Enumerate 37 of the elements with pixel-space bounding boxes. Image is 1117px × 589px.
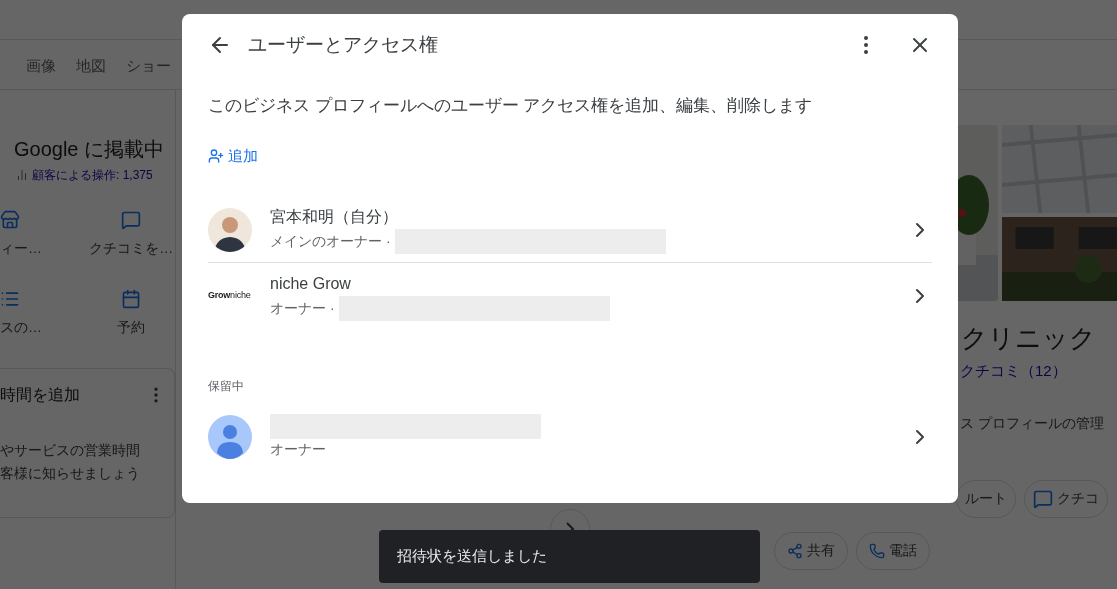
add-user-button[interactable]: 追加	[208, 144, 258, 167]
list-icon	[0, 289, 20, 309]
card-text: やサービスの営業時間	[0, 441, 141, 460]
dialog-description: このビジネス プロフィールへのユーザー アクセス権を追加、編集、削除します	[208, 95, 814, 117]
phone-icon	[869, 542, 885, 559]
user-role: オーナー ·	[270, 298, 335, 318]
chart-icon	[16, 169, 28, 181]
review-icon	[121, 210, 142, 230]
review-icon	[1033, 488, 1053, 509]
user-name: 宮本和明（自分）	[270, 207, 399, 227]
logo: Growniche	[208, 289, 252, 303]
user-row[interactable]: Growniche niche Grow オーナー ·	[208, 263, 932, 329]
share-icon	[787, 542, 803, 559]
user-row[interactable]: オーナー	[208, 407, 932, 467]
user-role: メインのオーナー ·	[270, 232, 391, 251]
toast-message: 招待状を送信しました	[397, 546, 547, 567]
action-label[interactable]: クチコミを…	[89, 238, 174, 259]
place-name: クリニック	[960, 322, 1097, 355]
action-label[interactable]: ィー…	[0, 238, 42, 259]
search-tab[interactable]: ショー	[126, 54, 171, 77]
user-name: niche Grow	[270, 273, 352, 294]
user-role: オーナー	[270, 440, 327, 459]
avatar-icon	[208, 415, 252, 459]
stats-link[interactable]: 顧客による操作: 1,375	[32, 166, 153, 184]
manage-text: ス プロフィールの管理	[959, 413, 1105, 433]
add-person-icon	[208, 147, 224, 164]
action-label[interactable]: 予約	[117, 317, 146, 338]
listing-title: Google に掲載中	[13, 137, 166, 162]
store-icon	[0, 210, 20, 230]
calendar-icon	[121, 289, 142, 309]
search-tab[interactable]: 画像	[26, 54, 56, 77]
card-text: 客様に知らせましょう	[0, 464, 141, 483]
dialog-title: ユーザーとアクセス権	[248, 32, 438, 57]
card-title: 時間を追加	[0, 385, 80, 405]
action-label[interactable]: スの…	[0, 317, 42, 338]
search-tab[interactable]: 地図	[76, 54, 106, 77]
section-heading: 保留中	[208, 378, 245, 395]
